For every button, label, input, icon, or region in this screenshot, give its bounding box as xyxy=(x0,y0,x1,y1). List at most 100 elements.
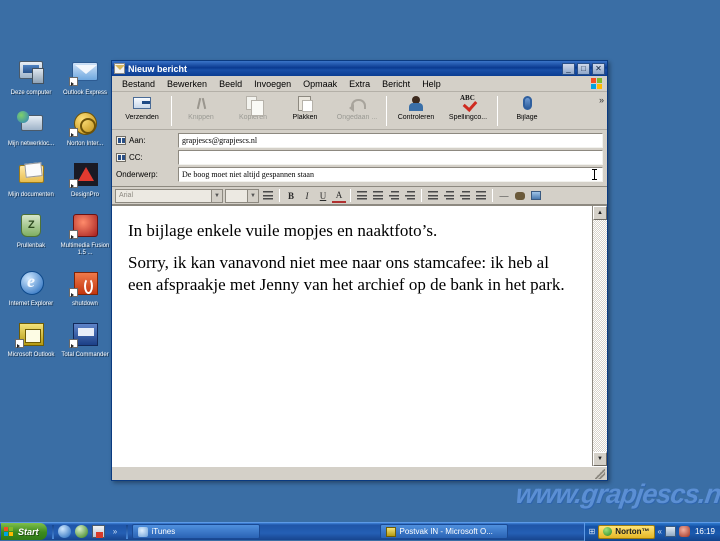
taskbar-task-postvak-in[interactable]: Postvak IN - Microsoft O... xyxy=(379,524,508,539)
toolbar-button-knippen[interactable]: Knippen xyxy=(175,94,227,128)
toolbar-button-ongedaan-maken[interactable]: Ongedaan ... xyxy=(331,94,383,128)
desktop-icon-total-commander[interactable]: Total Commander xyxy=(58,320,112,359)
desktop-icon-deze-computer[interactable]: Deze computer xyxy=(4,58,58,97)
italic-button[interactable]: I xyxy=(300,189,314,203)
quick-launch-more-icon[interactable]: » xyxy=(109,525,122,538)
align-right-button[interactable] xyxy=(458,189,472,203)
toolbar-button-verzenden[interactable]: Verzenden xyxy=(116,94,168,128)
desktop-icon-prullenbak[interactable]: Prullenbak xyxy=(4,211,58,257)
tray-chevron-icon[interactable]: « xyxy=(658,527,662,536)
desktop-icon-designpro[interactable]: DesignPro xyxy=(58,160,112,199)
undo-icon xyxy=(346,95,368,112)
desktop-icon-label: Mijn documenten xyxy=(8,192,54,198)
desktop-icon-mijn-documenten[interactable]: Mijn documenten xyxy=(4,160,58,199)
to-row: Aan: grapjescs@grapjescs.nl xyxy=(116,133,603,148)
font-size-select[interactable]: ▼ xyxy=(225,188,259,203)
system-tray: ⊞ Norton™ « 16:19 xyxy=(583,522,720,541)
numbered-list-button[interactable] xyxy=(355,189,369,203)
menu-item-bericht[interactable]: Bericht xyxy=(376,78,416,90)
network-places-icon xyxy=(15,109,47,139)
tray-expand-icon[interactable]: ⊞ xyxy=(589,527,596,536)
to-input[interactable]: grapjescs@grapjescs.nl xyxy=(178,133,603,148)
total-commander-icon xyxy=(69,320,101,350)
desktop-icon-norton-internet[interactable]: Norton Inter... xyxy=(58,109,112,148)
insert-picture-button[interactable] xyxy=(529,189,543,203)
taskbar-clock[interactable]: 16:19 xyxy=(693,527,717,536)
quick-launch-ie-icon[interactable] xyxy=(57,525,71,538)
antivirus-icon[interactable] xyxy=(678,526,690,537)
address-book-icon xyxy=(116,153,126,162)
underline-button[interactable]: U xyxy=(316,189,330,203)
align-left-button[interactable] xyxy=(426,189,440,203)
menu-item-help[interactable]: Help xyxy=(416,78,447,90)
paragraph-style-button[interactable] xyxy=(261,189,275,203)
chevron-down-icon[interactable]: ▼ xyxy=(247,189,258,202)
bulleted-list-button[interactable] xyxy=(371,189,385,203)
desktop-icon-multimedia-fusion[interactable]: Multimedia Fusion 1.5 ... xyxy=(58,211,112,257)
desktop-icon-label: DesignPro xyxy=(70,192,99,198)
new-message-window: Nieuw bericht _ □ ✕ Bestand Bewerken Bee… xyxy=(111,60,608,481)
toolbar-button-bijlage[interactable]: Bijlage xyxy=(501,94,553,128)
desktop-icon-outlook-express[interactable]: Outlook Express xyxy=(58,58,112,97)
quick-launch-browser-icon[interactable] xyxy=(74,525,88,538)
horizontal-rule-button[interactable]: — xyxy=(497,189,511,203)
to-label-group[interactable]: Aan: xyxy=(116,136,178,145)
address-book-icon xyxy=(116,136,126,145)
chevron-down-icon[interactable]: ▼ xyxy=(211,189,222,202)
toolbar-button-controleren[interactable]: Controleren xyxy=(390,94,442,128)
menu-item-invoegen[interactable]: Invoegen xyxy=(248,78,297,90)
desktop-icon-label: Total Commander xyxy=(61,352,109,358)
site-watermark: www.grapjescs.nl xyxy=(513,479,720,509)
cc-label-group[interactable]: CC: xyxy=(116,153,178,162)
cc-row: CC: xyxy=(116,150,603,165)
maximize-button[interactable]: □ xyxy=(577,62,590,75)
cc-input[interactable] xyxy=(178,150,603,165)
toolbar-separator xyxy=(497,96,498,126)
toolbar-separator xyxy=(386,96,387,126)
desktop-icon-shutdown[interactable]: shutdown xyxy=(58,269,112,308)
start-button[interactable]: Start xyxy=(1,523,47,540)
justify-button[interactable] xyxy=(474,189,488,203)
menu-item-bewerken[interactable]: Bewerken xyxy=(161,78,213,90)
toolbar-overflow-chevron[interactable]: » xyxy=(599,95,604,105)
window-titlebar[interactable]: Nieuw bericht _ □ ✕ xyxy=(112,61,607,76)
menu-item-extra[interactable]: Extra xyxy=(343,78,376,90)
menu-item-beeld[interactable]: Beeld xyxy=(213,78,248,90)
taskbar: Start » iTunes Postvak IN - Microsoft O.… xyxy=(0,522,720,541)
increase-indent-button[interactable] xyxy=(403,189,417,203)
desktop-icon-internet-explorer[interactable]: Internet Explorer xyxy=(4,269,58,308)
message-header-fields: Aan: grapjescs@grapjescs.nl CC: Onderwer… xyxy=(112,130,607,187)
format-separator xyxy=(279,189,280,202)
paperclip-icon xyxy=(516,95,538,112)
menu-item-bestand[interactable]: Bestand xyxy=(116,78,161,90)
scroll-down-button[interactable]: ▼ xyxy=(593,452,607,466)
menu-item-opmaak[interactable]: Opmaak xyxy=(297,78,343,90)
norton-tray-badge[interactable]: Norton™ xyxy=(598,524,655,539)
toolbar-button-label: Bijlage xyxy=(516,114,538,121)
desktop-icon-microsoft-outlook[interactable]: Microsoft Outlook xyxy=(4,320,58,359)
align-center-button[interactable] xyxy=(442,189,456,203)
resize-grip-icon[interactable] xyxy=(595,469,605,479)
shutdown-icon xyxy=(69,269,101,299)
toolbar-button-kopieren[interactable]: Kopiëren xyxy=(227,94,279,128)
desktop-icon-mijn-netwerklocaties[interactable]: Mijn netwerkloc... xyxy=(4,109,58,148)
desktop-icon-label: Multimedia Fusion 1.5 ... xyxy=(60,243,110,256)
bold-button[interactable]: B xyxy=(284,189,298,203)
font-color-button[interactable]: A xyxy=(332,189,346,203)
toolbar-button-plakken[interactable]: Plakken xyxy=(279,94,331,128)
minimize-button[interactable]: _ xyxy=(562,62,575,75)
network-icon[interactable] xyxy=(664,526,676,537)
desktop-icon-label: shutdown xyxy=(72,301,98,307)
insert-link-button[interactable] xyxy=(513,189,527,203)
decrease-indent-button[interactable] xyxy=(387,189,401,203)
toolbar-button-spellingcontrole[interactable]: Spellingco... xyxy=(442,94,494,128)
font-name-select[interactable]: Arial ▼ xyxy=(115,188,223,203)
subject-input[interactable]: De boog moet niet altijd gespannen staan xyxy=(178,167,603,182)
message-body-input[interactable]: In bijlage enkele vuile mopjes en naaktf… xyxy=(112,206,592,466)
body-vertical-scrollbar[interactable]: ▲ ▼ xyxy=(592,206,607,466)
close-button[interactable]: ✕ xyxy=(592,62,605,75)
taskbar-task-itunes[interactable]: iTunes xyxy=(131,524,260,539)
scroll-up-button[interactable]: ▲ xyxy=(593,206,607,220)
quick-launch-save-icon[interactable] xyxy=(91,525,105,538)
desktop-background[interactable]: Deze computer Outlook Express Mijn netwe… xyxy=(0,0,720,522)
